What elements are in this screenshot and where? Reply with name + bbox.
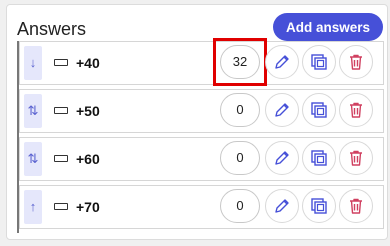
delete-button[interactable] (339, 93, 373, 127)
add-answers-button[interactable]: Add answers (273, 13, 383, 41)
answer-label: +60 (76, 151, 100, 167)
answer-label: +50 (76, 103, 100, 119)
answer-label: +70 (76, 199, 100, 215)
edit-button[interactable] (265, 93, 299, 127)
answer-row: ⇅ +50 0 (19, 89, 384, 133)
duplicate-icon (311, 150, 327, 166)
answers-list: ↓ +40 32 ⇅ +50 0 ⇅ +60 0 ↑ +70 0 (17, 38, 384, 233)
answer-count[interactable]: 32 (220, 45, 260, 79)
duplicate-button[interactable] (302, 189, 336, 223)
duplicate-button[interactable] (302, 45, 336, 79)
answer-label: +40 (76, 55, 100, 71)
edit-button[interactable] (265, 189, 299, 223)
answers-panel: Answers Add answers ↓ +40 32 ⇅ +50 0 ⇅ +… (6, 4, 388, 240)
pencil-icon (275, 103, 289, 117)
arrow-updown-icon[interactable]: ⇅ (24, 142, 42, 176)
pencil-icon (275, 55, 289, 69)
trash-icon (350, 54, 362, 70)
trash-icon (350, 198, 362, 214)
trash-icon (350, 150, 362, 166)
duplicate-icon (311, 54, 327, 70)
pencil-icon (275, 151, 289, 165)
pencil-icon (275, 199, 289, 213)
duplicate-button[interactable] (302, 93, 336, 127)
answer-count[interactable]: 0 (220, 141, 260, 175)
arrow-updown-icon[interactable]: ⇅ (24, 94, 42, 128)
duplicate-button[interactable] (302, 141, 336, 175)
keyboard-icon (54, 107, 68, 114)
section-title: Answers (17, 19, 87, 39)
answer-row: ⇅ +60 0 (19, 137, 384, 181)
answer-row: ↓ +40 32 (19, 38, 384, 86)
delete-button[interactable] (339, 141, 373, 175)
delete-button[interactable] (339, 189, 373, 223)
edit-button[interactable] (265, 45, 299, 79)
arrow-down-icon[interactable]: ↓ (24, 46, 42, 80)
answer-count[interactable]: 0 (220, 189, 260, 223)
duplicate-icon (311, 198, 327, 214)
arrow-up-icon[interactable]: ↑ (24, 190, 42, 224)
answer-count[interactable]: 0 (220, 93, 260, 127)
answer-row: ↑ +70 0 (19, 185, 384, 229)
duplicate-icon (311, 102, 327, 118)
edit-button[interactable] (265, 141, 299, 175)
keyboard-icon (54, 155, 68, 162)
delete-button[interactable] (339, 45, 373, 79)
keyboard-icon (54, 203, 68, 210)
keyboard-icon (54, 59, 68, 66)
trash-icon (350, 102, 362, 118)
